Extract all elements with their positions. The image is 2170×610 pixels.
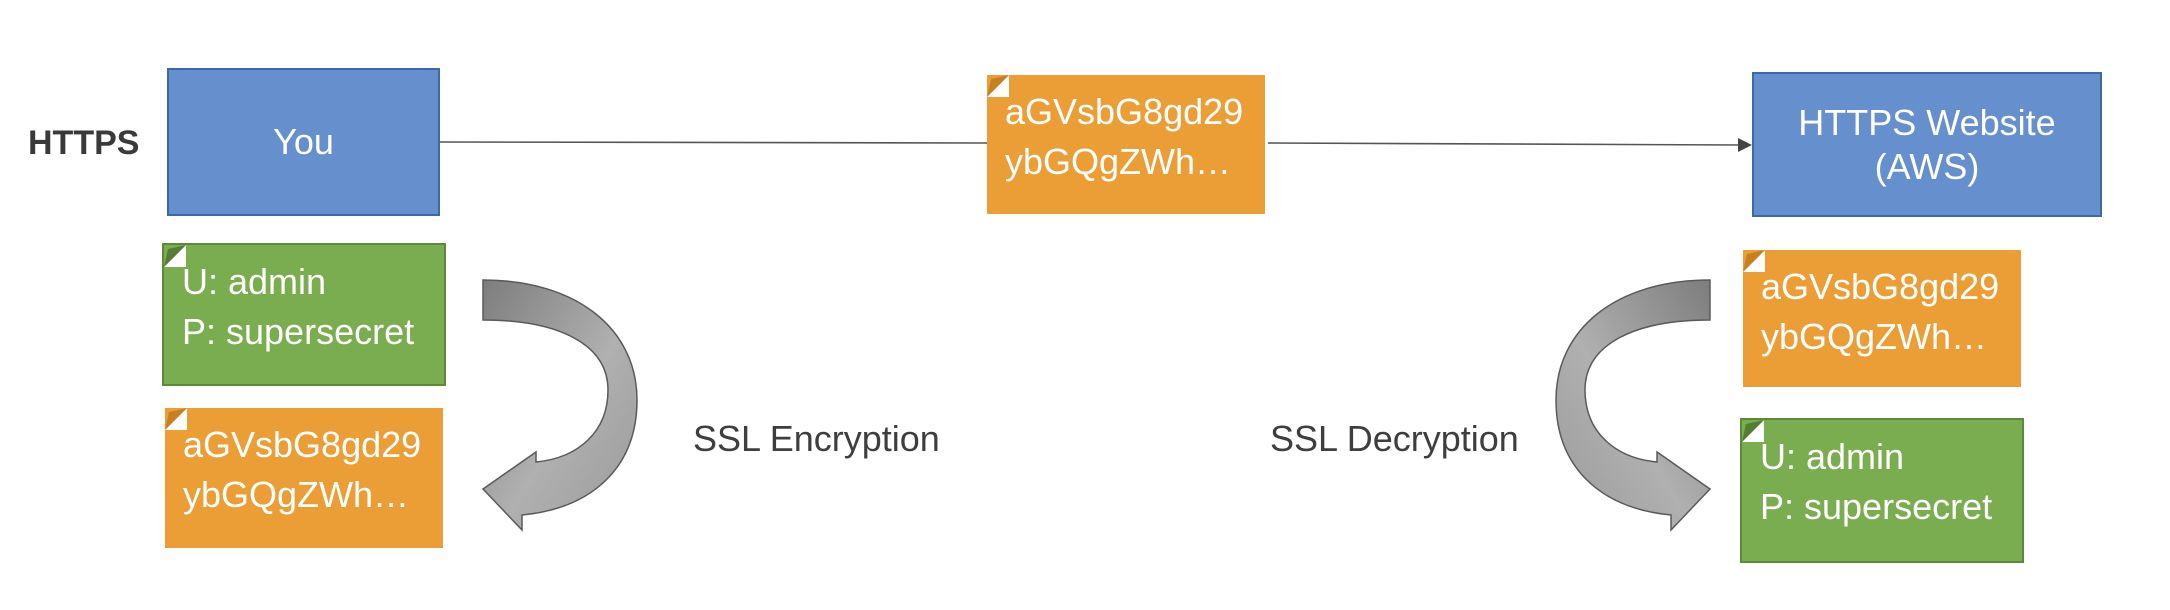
page-fold-icon <box>164 245 186 267</box>
transit-ciphertext-note: aGVsbG8gd29 ybGQgZWh… <box>987 75 1265 214</box>
transit-line1: aGVsbG8gd29 <box>1005 91 1244 132</box>
server-plain-line1: U: admin <box>1760 436 1905 477</box>
ssl-decryption-label: SSL Decryption <box>1270 418 1519 459</box>
client-label: You <box>273 121 334 162</box>
ssl-encryption-label: SSL Encryption <box>693 418 940 459</box>
client-cipher-line2: ybGQgZWh… <box>183 474 410 515</box>
server-label-line2: (AWS) <box>1874 145 1980 187</box>
transit-line2: ybGQgZWh… <box>1005 141 1232 182</box>
page-fold-icon <box>1743 250 1765 272</box>
page-fold-icon <box>987 75 1009 97</box>
connection-line-right <box>1267 142 1741 146</box>
decryption-arrow-icon <box>1555 279 1712 532</box>
https-diagram: HTTPS You HTTPS Website (AWS) aGVsbG8gd2… <box>0 0 2170 610</box>
server-ciphertext-note: aGVsbG8gd29 ybGQgZWh… <box>1743 250 2021 387</box>
client-ciphertext-note: aGVsbG8gd29 ybGQgZWh… <box>165 408 443 548</box>
client-plain-line1: U: admin <box>182 261 327 302</box>
client-plaintext-note: U: admin P: supersecret <box>162 243 446 386</box>
page-fold-icon <box>1742 420 1764 442</box>
connection-line-left <box>439 141 989 144</box>
server-label-line1: HTTPS Website <box>1798 101 2056 143</box>
server-plain-line2: P: supersecret <box>1760 486 1993 527</box>
connection-arrowhead <box>1738 138 1752 152</box>
client-cipher-line1: aGVsbG8gd29 <box>183 424 422 465</box>
page-fold-icon <box>165 408 187 430</box>
server-plaintext-note: U: admin P: supersecret <box>1740 418 2024 563</box>
server-cipher-line2: ybGQgZWh… <box>1761 316 1988 357</box>
diagram-title: HTTPS <box>28 124 140 162</box>
client-plain-line2: P: supersecret <box>182 311 415 352</box>
server-box: HTTPS Website (AWS) <box>1752 72 2102 217</box>
client-box: You <box>167 68 440 216</box>
encryption-arrow-icon <box>481 279 638 532</box>
server-cipher-line1: aGVsbG8gd29 <box>1761 266 2000 307</box>
